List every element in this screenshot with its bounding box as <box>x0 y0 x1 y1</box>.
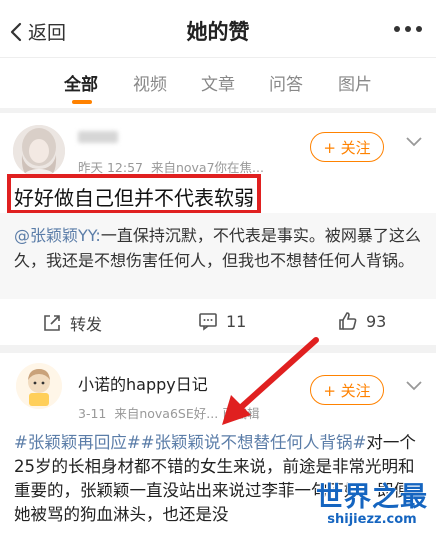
quoted-post[interactable]: @张颖颖YY:一直保持沉默，不代表是事实。被网暴了这么久，我还是不想伤害任何人，… <box>0 213 436 299</box>
username-blurred <box>78 131 118 143</box>
topic-link[interactable]: #张颖颖再回应# <box>14 433 141 452</box>
comment-button[interactable]: 11 <box>198 311 246 331</box>
chevron-down-icon[interactable] <box>406 137 422 147</box>
post-card: 昨天 12:57 来自nova7你在焦... + 关注 好好做自己但并不代表软弱… <box>0 113 436 345</box>
annotation-red-box <box>7 174 261 214</box>
tab-bar: 全部 视频 文章 问答 图片 <box>0 58 436 108</box>
chevron-left-icon <box>10 22 22 41</box>
back-label: 返回 <box>28 22 67 44</box>
top-bar: 返回 她的赞 <box>0 0 436 58</box>
mention-link[interactable]: @张颖颖YY: <box>14 226 101 245</box>
action-bar: 转发 11 93 <box>0 299 436 345</box>
tab-qa[interactable]: 问答 <box>269 70 303 95</box>
post-meta: 3-11 来自nova6SE好... 已编辑 <box>78 406 260 421</box>
repost-button[interactable]: 转发 <box>42 311 102 335</box>
back-button[interactable]: 返回 <box>10 18 66 45</box>
avatar[interactable] <box>16 363 62 409</box>
username[interactable]: 小诺的happy日记 <box>78 371 208 395</box>
post-card: 小诺的happy日记 3-11 来自nova6SE好... 已编辑 + 关注 #… <box>0 353 436 536</box>
avatar[interactable] <box>13 125 65 177</box>
comment-icon <box>199 313 217 331</box>
tab-all[interactable]: 全部 <box>64 70 98 95</box>
chevron-down-icon[interactable] <box>406 381 422 391</box>
repost-icon <box>44 315 60 331</box>
topic-link[interactable]: #张颖颖说不想替任何人背锅# <box>141 433 367 452</box>
active-tab-indicator <box>72 100 92 104</box>
like-button[interactable]: 93 <box>338 311 386 331</box>
tab-images[interactable]: 图片 <box>338 70 372 95</box>
tab-video[interactable]: 视频 <box>133 70 167 95</box>
thumbs-up-icon <box>339 312 357 330</box>
quoted-text: @张颖颖YY:一直保持沉默，不代表是事实。被网暴了这么久，我还是不想伤害任何人，… <box>14 226 421 270</box>
more-options-icon[interactable] <box>394 26 422 32</box>
follow-button[interactable]: + 关注 <box>310 132 384 162</box>
follow-button[interactable]: + 关注 <box>310 375 384 405</box>
tab-article[interactable]: 文章 <box>201 70 235 95</box>
post-body: #张颖颖再回应##张颖颖说不想替任何人背锅#对一个25岁的长相身材都不错的女生来… <box>14 433 416 524</box>
